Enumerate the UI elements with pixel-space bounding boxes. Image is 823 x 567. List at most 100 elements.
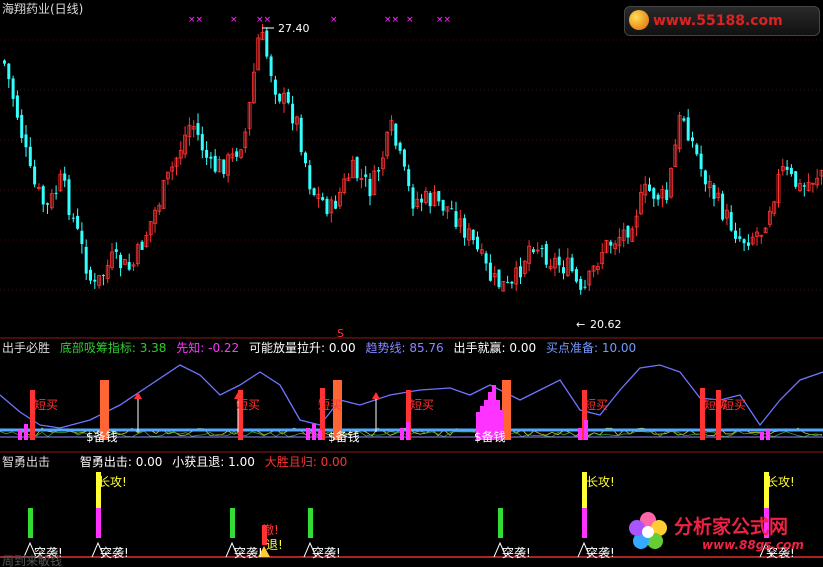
candle-body-down: [80, 230, 84, 245]
candle-body-down: [15, 95, 19, 118]
panel2-item: 底部吸筹指标: 3.38: [60, 341, 167, 355]
retreat-tag: 退!: [266, 538, 283, 552]
candle-body-down: [407, 169, 411, 187]
candle-body-down: [46, 203, 49, 205]
retreat-tag: 撤!: [262, 522, 279, 537]
low-arrow: ←: [576, 318, 585, 331]
candle-body-down: [738, 236, 742, 239]
item-label: 可能放量拉升:: [249, 341, 326, 355]
bar-green: [498, 508, 503, 538]
candle-body-down: [398, 142, 402, 151]
hist-bar-magenta: [318, 430, 322, 440]
candle-body-down: [7, 63, 11, 80]
candle-body-down: [20, 114, 24, 139]
hist-bar-magenta: [312, 424, 316, 440]
raid-tag: 突袭!: [100, 545, 129, 560]
panel2-item: 买点准备: 10.00: [546, 341, 636, 355]
candle-body-down: [28, 146, 32, 167]
candle-body-down: [41, 186, 45, 205]
raid-tag: 突袭!: [312, 545, 341, 560]
candle-body-down: [11, 78, 15, 99]
panel3-item: 大胜且归: 0.00: [265, 455, 348, 469]
hist-bar-magenta: [18, 430, 22, 440]
raid-tag: 突袭!: [586, 545, 615, 560]
main-panel-title: 海翔药业(日线): [2, 2, 89, 16]
item-label: 出手就赢:: [453, 341, 506, 355]
candle-body-down: [140, 241, 144, 250]
candle-body-down: [488, 262, 492, 281]
high-price-label: 27.40: [278, 22, 310, 35]
long-attack-tag: 长攻!: [766, 475, 795, 489]
candle-body-down: [24, 134, 28, 148]
money-tag: $备钱: [474, 429, 506, 444]
panel2-header: 出手必胜 底部吸筹指标: 3.38 先知: -0.22 可能放量拉升: 0.00…: [2, 341, 642, 355]
item-value: 1.00: [228, 455, 255, 469]
panel2-item: 先知: -0.22: [176, 341, 239, 355]
item-value: 85.76: [409, 341, 444, 355]
item-label: 小获且退:: [172, 455, 225, 469]
item-value: 3.38: [139, 341, 167, 355]
main-grid: [0, 39, 823, 291]
bar-magenta: [582, 508, 587, 538]
stock-chart-canvas[interactable]: 27.40 ← 20.62 S ×× × ×× × ×× × ×× 短买 短买 …: [0, 0, 823, 567]
candle-body-down: [402, 149, 406, 167]
candle-body-down: [721, 193, 725, 220]
short-buy-tag: 短买: [236, 398, 260, 412]
candle-body-down: [802, 185, 806, 187]
candle-body-down: [200, 134, 204, 151]
candle-body-down: [205, 149, 209, 158]
x-mark: ×: [330, 15, 338, 25]
item-label: 底部吸筹指标:: [59, 341, 136, 355]
candle-body-down: [699, 153, 703, 170]
candle-body-down: [3, 60, 6, 64]
candle-body-down: [308, 165, 312, 190]
up-arrow-icon: [372, 392, 380, 399]
candle-body-down: [299, 117, 303, 153]
candle-body-down: [570, 257, 574, 272]
candle-body-down: [583, 286, 587, 288]
candle-body-down: [269, 56, 273, 77]
bar-magenta: [96, 508, 101, 538]
candle-body-down: [93, 279, 97, 282]
candle-body-down: [579, 278, 583, 290]
candle-body-down: [497, 269, 501, 288]
candle-body-down: [544, 244, 548, 265]
candle-body-down: [437, 191, 441, 202]
hist-bar-magenta: [766, 430, 770, 440]
candle-body-down: [506, 281, 510, 283]
candle-body-down: [519, 266, 522, 278]
bar-green: [28, 508, 33, 538]
candle-body-down: [789, 167, 793, 175]
long-attack-tag: 长攻!: [586, 475, 615, 489]
candle-body-down: [209, 156, 213, 159]
low-price-label: 20.62: [590, 318, 622, 331]
item-label: 趋势线:: [365, 341, 406, 355]
x-mark: ××: [256, 15, 271, 25]
signal-marker: S: [337, 327, 344, 340]
trend-line: [0, 364, 823, 429]
candle-body-down: [89, 269, 92, 281]
hist-bar-magenta: [406, 422, 410, 440]
brand-watermark: 分析家公式网 www.88gs.com: [626, 510, 820, 554]
candle-body-down: [695, 144, 699, 155]
candle-body-down: [222, 159, 226, 174]
candle-body-down: [794, 171, 798, 187]
candle-body-down: [785, 166, 789, 170]
candle-body-down: [454, 211, 458, 228]
candle-body-down: [54, 192, 58, 194]
hist-bar-magenta: [306, 428, 310, 440]
brand-name: 分析家公式网: [674, 516, 789, 538]
candle-body-down: [540, 248, 544, 250]
candle-body-down: [33, 166, 37, 185]
candle-body-down: [712, 184, 716, 199]
item-value: -0.22: [208, 341, 240, 355]
panel3-item: 小获且退: 1.00: [172, 455, 255, 469]
candle-body-down: [411, 187, 415, 209]
candle-body-down: [63, 173, 67, 181]
candle-body-down: [626, 226, 630, 238]
candle-body-down: [364, 174, 368, 177]
candle-body-down: [71, 217, 75, 219]
signal-bar-red: [700, 388, 705, 440]
x-mark: ××: [188, 15, 203, 25]
candle-body-down: [484, 253, 488, 264]
